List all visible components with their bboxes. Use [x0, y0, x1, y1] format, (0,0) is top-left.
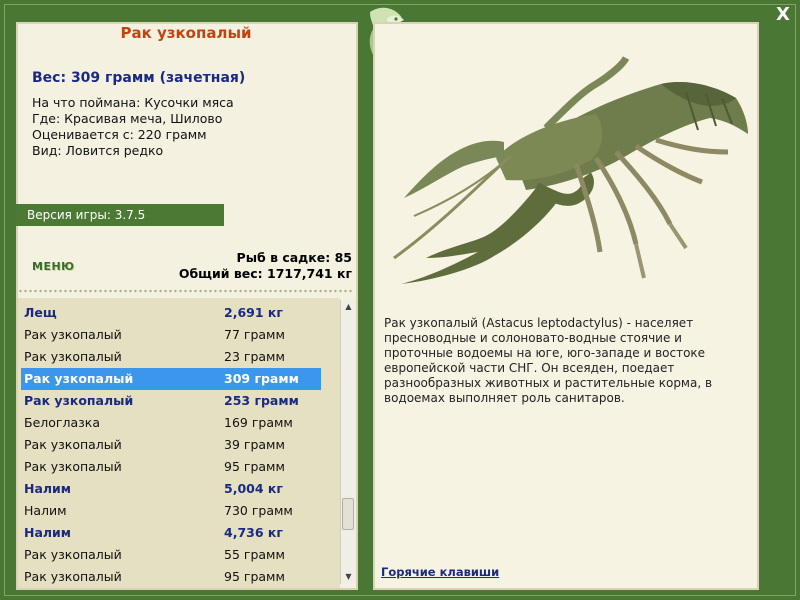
list-item-name: Налим	[24, 503, 67, 518]
list-item[interactable]: Лещ 2,691 кг	[18, 302, 340, 324]
list-item-weight: 55 грамм	[224, 547, 285, 562]
kind-info: Вид: Ловится редко	[32, 143, 164, 158]
list-item-name: Рак узкопалый	[24, 371, 134, 386]
hotkeys-link[interactable]: Горячие клавиши	[381, 565, 499, 579]
list-item-name: Налим	[24, 481, 72, 496]
list-item-weight: 5,004 кг	[224, 481, 283, 496]
list-item-selected[interactable]: Рак узкопалый 309 грамм	[21, 368, 321, 390]
list-item-name: Рак узкопалый	[24, 327, 122, 342]
list-item-name: Рак узкопалый	[24, 437, 122, 452]
list-item[interactable]: Рак узкопалый 95 грамм	[18, 566, 340, 588]
dotted-divider	[18, 289, 354, 293]
list-scrollbar[interactable]: ▲ ▼	[340, 300, 356, 584]
cage-total-weight: Общий вес: 1717,741 кг	[178, 266, 352, 281]
list-item-weight: 253 грамм	[224, 393, 299, 408]
list-item-name: Рак узкопалый	[24, 393, 134, 408]
cage-stats: Рыб в садке: 85 Общий вес: 1717,741 кг	[179, 250, 352, 282]
list-item[interactable]: Рак узкопалый 55 грамм	[18, 544, 340, 566]
list-item-weight: 77 грамм	[224, 327, 285, 342]
list-item-weight: 95 грамм	[224, 459, 285, 474]
cage-count: Рыб в садке: 85	[236, 250, 352, 265]
list-item-name: Рак узкопалый	[24, 459, 122, 474]
list-item-weight: 23 грамм	[224, 349, 285, 364]
location-info: Где: Красивая меча, Шилово	[32, 111, 223, 126]
list-item-name: Рак узкопалый	[24, 547, 122, 562]
list-item-name: Лещ	[24, 305, 57, 320]
arrow-up-icon[interactable]: ▲	[341, 300, 356, 314]
list-item-weight: 39 грамм	[224, 437, 285, 452]
list-item[interactable]: Рак узкопалый 95 грамм	[18, 456, 340, 478]
list-item-name: Налим	[24, 525, 72, 540]
list-item[interactable]: Рак узкопалый 39 грамм	[18, 434, 340, 456]
arrow-down-icon[interactable]: ▼	[341, 570, 356, 584]
list-item[interactable]: Рак узкопалый 23 грамм	[18, 346, 340, 368]
scrollbar-thumb[interactable]	[342, 497, 354, 530]
list-item-weight: 4,736 кг	[224, 525, 283, 540]
menu-button[interactable]: МЕНЮ	[32, 260, 75, 273]
list-item-weight: 2,691 кг	[224, 305, 283, 320]
list-item-name: Рак узкопалый	[24, 569, 122, 584]
close-button[interactable]: X	[772, 4, 794, 26]
crayfish-illustration	[393, 56, 748, 284]
version-bar: Версия игры: 3.7.5	[16, 204, 224, 226]
fish-title: Рак узкопалый	[120, 24, 252, 42]
list-item-weight: 309 грамм	[224, 371, 299, 386]
list-item-weight: 95 грамм	[224, 569, 285, 584]
list-item-name: Рак узкопалый	[24, 349, 122, 364]
fish-weight: Вес: 309 грамм (зачетная)	[32, 70, 246, 86]
list-item-weight: 169 грамм	[224, 415, 293, 430]
list-item[interactable]: Налим 4,736 кг	[18, 522, 340, 544]
fish-description: Рак узкопалый (Astacus leptodactylus) - …	[384, 316, 713, 405]
list-item[interactable]: Рак узкопалый 253 грамм	[18, 390, 340, 412]
list-item-name: Белоглазка	[24, 415, 100, 430]
bait-info: На что поймана: Кусочки мяса	[32, 95, 234, 110]
list-item[interactable]: Белоглазка 169 грамм	[18, 412, 340, 434]
list-item[interactable]: Рак узкопалый 77 грамм	[18, 324, 340, 346]
evaluation-info: Оценивается с: 220 грамм	[32, 127, 207, 142]
list-item[interactable]: Налим 5,004 кг	[18, 478, 340, 500]
list-item-weight: 730 грамм	[224, 503, 293, 518]
catch-list[interactable]: Лещ 2,691 кг Рак узкопалый 77 грамм Рак узко…	[18, 298, 340, 588]
list-item[interactable]: Налим 730 грамм	[18, 500, 340, 522]
